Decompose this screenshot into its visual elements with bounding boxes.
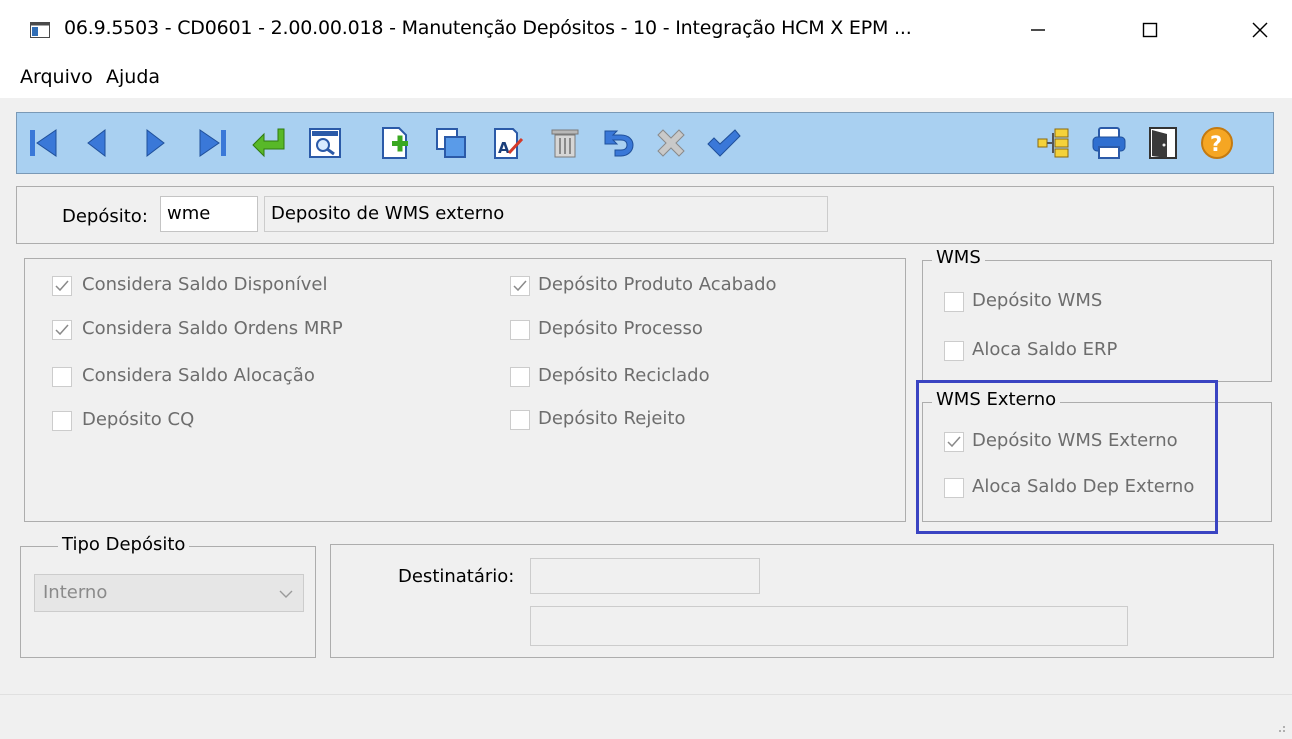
last-record-button[interactable] [193, 123, 233, 163]
next-record-icon [146, 128, 165, 158]
deposito-rejeito-checkbox[interactable] [510, 410, 530, 430]
tree-button[interactable] [1033, 123, 1073, 163]
tipo-deposito-select[interactable]: Interno [34, 574, 304, 612]
svg-text:?: ? [1210, 132, 1222, 156]
previous-record-button[interactable] [77, 123, 117, 163]
go-to-button[interactable] [249, 123, 289, 163]
undo-button[interactable] [599, 123, 639, 163]
search-icon [309, 128, 341, 158]
go-to-icon [252, 128, 285, 158]
toolbar: A ? [16, 112, 1274, 174]
save-button[interactable] [703, 123, 743, 163]
deposit-description-field[interactable]: Deposito de WMS externo [264, 196, 828, 232]
aloca-saldo-erp-label: Aloca Saldo ERP [972, 339, 1118, 360]
menu-bar [0, 58, 1292, 98]
destinatario-label: Destinatário: [398, 566, 515, 587]
chevron-down-icon [279, 590, 293, 598]
deposito-wms-label: Depósito WMS [972, 290, 1103, 311]
app-window-icon [30, 22, 50, 38]
considera-saldo-disponivel-label: Considera Saldo Disponível [82, 274, 328, 295]
wms-group-title: WMS [932, 247, 985, 268]
check-icon [55, 324, 69, 336]
deposito-produto-acabado-checkbox[interactable] [510, 276, 530, 296]
tree-icon [1037, 128, 1069, 158]
options-panel [24, 258, 906, 522]
menu-ajuda[interactable]: Ajuda [106, 66, 160, 88]
deposito-processo-label: Depósito Processo [538, 318, 703, 339]
deposito-produto-acabado-label: Depósito Produto Acabado [538, 274, 777, 295]
first-record-button[interactable] [23, 123, 63, 163]
cancel-icon [657, 129, 685, 157]
deposit-label: Depósito: [62, 206, 148, 227]
first-record-icon [30, 129, 57, 157]
svg-text:A: A [498, 139, 510, 157]
considera-saldo-ordens-mrp-label: Considera Saldo Ordens MRP [82, 318, 343, 339]
help-icon: ? [1201, 127, 1233, 159]
new-record-button[interactable] [375, 123, 415, 163]
wms-group [922, 260, 1272, 382]
check-icon [55, 280, 69, 292]
aloca-saldo-erp-checkbox[interactable] [944, 341, 964, 361]
title-bar: 06.9.5503 - CD0601 - 2.00.00.018 - Manut… [0, 0, 1292, 58]
deposit-code-field[interactable]: wme [160, 196, 258, 232]
new-record-icon [382, 127, 408, 159]
minimize-icon [1031, 29, 1045, 31]
last-record-icon [199, 129, 226, 157]
tipo-deposito-value: Interno [43, 582, 108, 603]
print-button[interactable] [1089, 123, 1129, 163]
close-button[interactable] [1230, 8, 1290, 52]
deposito-reciclado-label: Depósito Reciclado [538, 365, 710, 386]
copy-record-icon [436, 128, 466, 158]
help-button[interactable]: ? [1197, 123, 1237, 163]
resize-grip-icon [1279, 726, 1285, 732]
considera-saldo-disponivel-checkbox[interactable] [52, 276, 72, 296]
status-bar [0, 694, 1292, 739]
deposito-processo-checkbox[interactable] [510, 320, 530, 340]
edit-record-button[interactable]: A [487, 123, 527, 163]
tipo-deposito-group-title: Tipo Depósito [58, 534, 190, 555]
deposito-cq-checkbox[interactable] [52, 411, 72, 431]
save-icon [707, 129, 741, 157]
considera-saldo-ordens-mrp-checkbox[interactable] [52, 320, 72, 340]
deposito-rejeito-label: Depósito Rejeito [538, 408, 686, 429]
minimize-button[interactable] [1008, 8, 1068, 52]
delete-record-icon [551, 129, 579, 158]
maximize-button[interactable] [1120, 8, 1180, 52]
exit-icon [1149, 127, 1177, 159]
edit-record-icon: A [494, 128, 524, 159]
copy-record-button[interactable] [431, 123, 471, 163]
destinatario-name-field[interactable] [530, 606, 1128, 646]
considera-saldo-alocacao-checkbox[interactable] [52, 367, 72, 387]
previous-record-icon [87, 128, 106, 158]
window-title: 06.9.5503 - CD0601 - 2.00.00.018 - Manut… [64, 17, 912, 39]
check-icon [513, 280, 527, 292]
exit-button[interactable] [1143, 123, 1183, 163]
highlight-box [916, 380, 1218, 534]
considera-saldo-alocacao-label: Considera Saldo Alocação [82, 365, 315, 386]
search-button[interactable] [305, 123, 345, 163]
deposito-reciclado-checkbox[interactable] [510, 367, 530, 387]
cancel-button[interactable] [651, 123, 691, 163]
close-icon [1252, 22, 1268, 38]
next-record-button[interactable] [135, 123, 175, 163]
undo-icon [604, 130, 634, 157]
deposito-wms-checkbox[interactable] [944, 292, 964, 312]
deposito-cq-label: Depósito CQ [82, 409, 195, 430]
menu-arquivo[interactable]: Arquivo [20, 66, 93, 88]
destinatario-code-field[interactable] [530, 558, 760, 594]
delete-record-button[interactable] [545, 123, 585, 163]
maximize-icon [1142, 22, 1158, 38]
print-icon [1092, 127, 1126, 159]
